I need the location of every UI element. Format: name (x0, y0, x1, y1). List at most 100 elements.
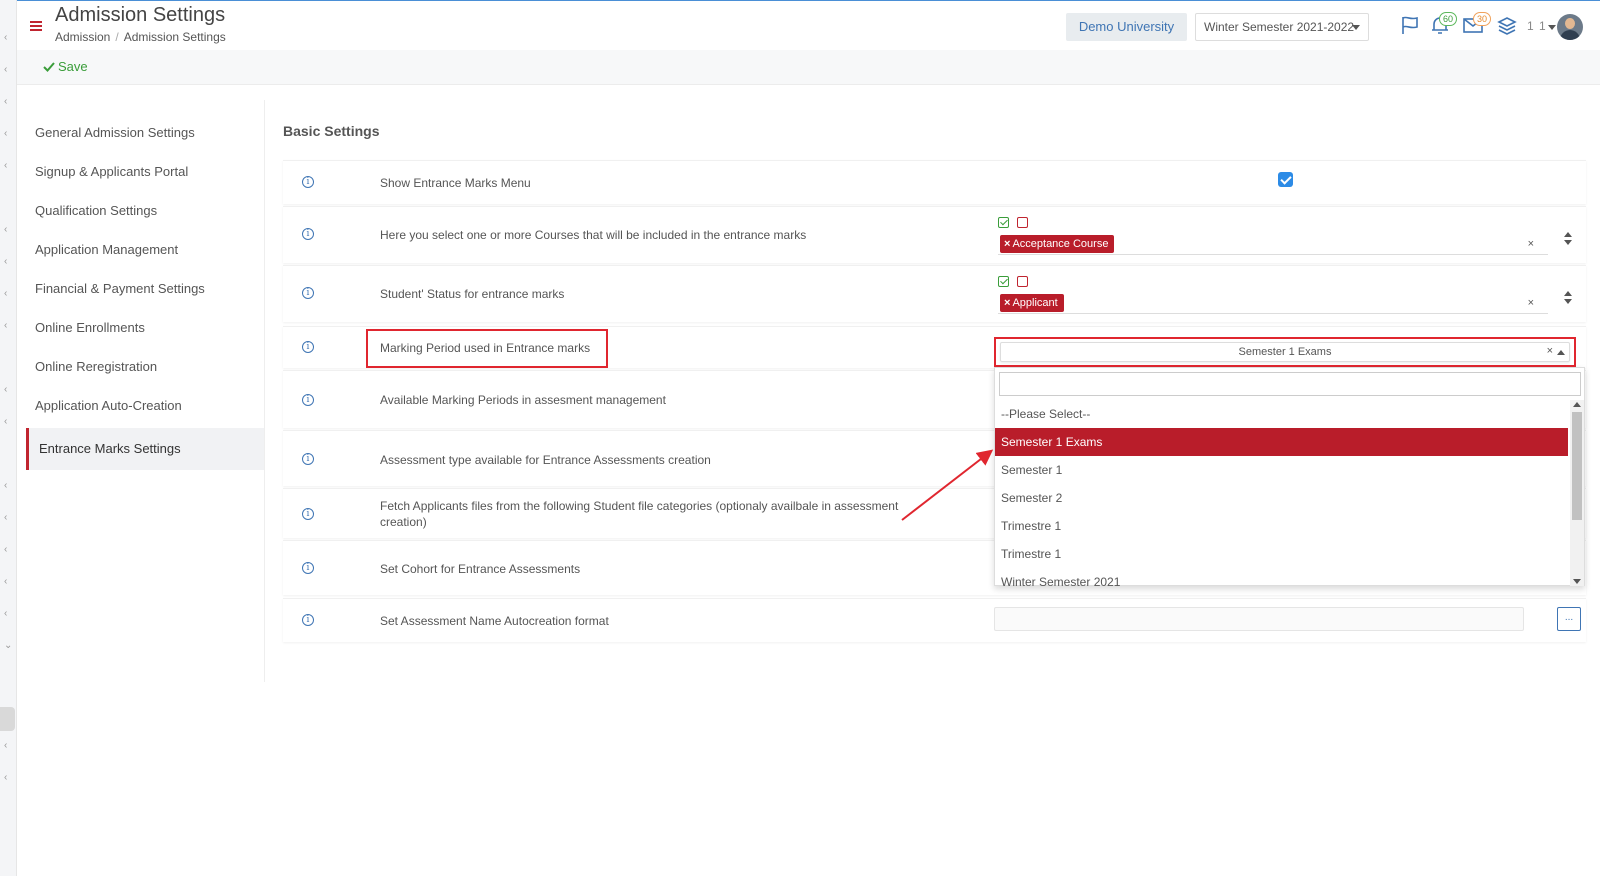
dropdown-options: --Please Select-- Semester 1 Exams Semes… (995, 400, 1568, 586)
layers-icon[interactable] (1496, 14, 1518, 36)
info-icon[interactable]: i (302, 453, 314, 465)
chevron-left-icon[interactable]: ‹ (4, 545, 7, 555)
dropdown-option-selected[interactable]: Semester 1 Exams (995, 428, 1568, 456)
selected-tag[interactable]: × Acceptance Course (1000, 235, 1115, 253)
courses-multiselect[interactable]: × Acceptance Course × (998, 233, 1548, 255)
university-button[interactable]: Demo University (1066, 13, 1187, 41)
setting-label: Assessment type available for Entrance A… (380, 453, 711, 467)
menu-item-financial-payment[interactable]: Financial & Payment Settings (26, 269, 265, 308)
chevron-left-icon[interactable]: ‹ (4, 417, 7, 427)
select-none-icon[interactable] (1017, 217, 1028, 228)
dropdown-option[interactable]: Trimestre 1 (995, 540, 1568, 568)
setting-label: Available Marking Periods in assesment m… (380, 393, 666, 407)
menu-item-online-reregistration[interactable]: Online Reregistration (26, 347, 265, 386)
avatar[interactable] (1557, 14, 1583, 40)
menu-item-signup-portal[interactable]: Signup & Applicants Portal (26, 152, 265, 191)
chevron-left-icon[interactable]: ‹ (4, 129, 7, 139)
reorder-arrows[interactable] (1564, 232, 1574, 245)
reorder-arrows[interactable] (1564, 291, 1574, 304)
select-all-icon[interactable] (998, 276, 1009, 287)
chevron-left-icon[interactable]: ‹ (4, 513, 7, 523)
menu-item-general-admission[interactable]: General Admission Settings (26, 113, 265, 152)
caret-down-icon (1352, 25, 1360, 30)
dropdown-option[interactable]: Semester 1 (995, 456, 1568, 484)
chevron-left-icon[interactable]: ‹ (4, 773, 7, 783)
chevron-left-icon[interactable]: ‹ (4, 609, 7, 619)
chevron-left-icon[interactable]: ‹ (4, 65, 7, 75)
collapsed-nav-rail[interactable]: ‹ ‹ ‹ ‹ ‹ ‹ ‹ ‹ ‹ ‹ ‹ ‹ ‹ ‹ ‹ ‹ ⌄ ‹ ‹ (0, 0, 17, 876)
status-multiselect[interactable]: × Applicant × (998, 292, 1548, 314)
clear-icon[interactable]: × (1528, 297, 1534, 309)
breadcrumb-item[interactable]: Admission (55, 30, 110, 44)
info-icon[interactable]: i (302, 176, 314, 188)
scroll-up-icon[interactable] (1573, 402, 1581, 407)
clear-icon[interactable]: × (1547, 345, 1553, 357)
annotation-highlight (366, 329, 608, 368)
chevron-left-icon[interactable]: ‹ (4, 321, 7, 331)
info-icon[interactable]: i (302, 614, 314, 626)
breadcrumb: Admission / Admission Settings (55, 30, 226, 44)
chevron-left-icon[interactable]: ‹ (4, 385, 7, 395)
marking-period-select[interactable]: Semester 1 Exams × (994, 337, 1576, 367)
remove-tag-icon[interactable]: × (1004, 238, 1010, 250)
chevron-left-icon[interactable]: ‹ (4, 225, 7, 235)
show-entrance-marks-checkbox[interactable] (1278, 172, 1293, 187)
flag-icon[interactable] (1399, 14, 1421, 36)
dropdown-option[interactable]: Winter Semester 2021 (995, 568, 1568, 586)
chevron-left-icon[interactable]: ‹ (4, 97, 7, 107)
info-icon[interactable]: i (302, 562, 314, 574)
marking-period-dropdown: --Please Select-- Semester 1 Exams Semes… (994, 367, 1585, 586)
dropdown-scrollbar[interactable] (1570, 400, 1584, 586)
dropdown-option[interactable]: --Please Select-- (995, 400, 1568, 428)
caret-up-icon[interactable] (1557, 350, 1565, 355)
setting-row: i Show Entrance Marks Menu (283, 160, 1586, 204)
page-title: Admission Settings (55, 4, 226, 26)
info-icon[interactable]: i (302, 508, 314, 520)
breadcrumb-item: Admission Settings (123, 30, 226, 44)
menu-item-entrance-marks[interactable]: Entrance Marks Settings (26, 428, 265, 470)
dropdown-option[interactable]: Trimestre 1 (995, 512, 1568, 540)
remove-tag-icon[interactable]: × (1004, 297, 1010, 309)
info-icon[interactable]: i (302, 287, 314, 299)
select-all-icon[interactable] (998, 217, 1009, 228)
info-icon[interactable]: i (302, 394, 314, 406)
menu-item-qualification[interactable]: Qualification Settings (26, 191, 265, 230)
hamburger-menu-icon[interactable] (30, 21, 42, 31)
info-icon[interactable]: i (302, 228, 314, 240)
menu-item-application-auto-creation[interactable]: Application Auto-Creation (26, 386, 265, 425)
section-title: Basic Settings (283, 123, 380, 139)
user-code[interactable]: 1 1 (1527, 19, 1547, 33)
save-button-label: Save (58, 59, 88, 74)
setting-label: Student' Status for entrance marks (380, 287, 565, 301)
caret-down-icon[interactable] (1548, 25, 1556, 30)
chevron-left-icon[interactable]: ‹ (4, 33, 7, 43)
chevron-left-icon[interactable]: ‹ (4, 257, 7, 267)
dropdown-option[interactable]: Semester 2 (995, 484, 1568, 512)
rail-active-marker (0, 707, 15, 731)
notifications-badge: 60 (1439, 12, 1458, 26)
save-button[interactable]: Save (43, 59, 88, 74)
autocreation-format-input[interactable] (994, 607, 1524, 631)
autocreation-format-button[interactable]: ... (1557, 607, 1581, 631)
setting-label: Fetch Applicants files from the followin… (380, 499, 899, 529)
chevron-left-icon[interactable]: ‹ (4, 741, 7, 751)
chevron-down-icon[interactable]: ⌄ (4, 641, 12, 651)
dropdown-search-input[interactable] (999, 372, 1581, 396)
info-icon[interactable]: i (302, 341, 314, 353)
chevron-left-icon[interactable]: ‹ (4, 577, 7, 587)
clear-icon[interactable]: × (1528, 238, 1534, 250)
selected-tag[interactable]: × Applicant (1000, 294, 1064, 312)
menu-item-online-enrollments[interactable]: Online Enrollments (26, 308, 265, 347)
chevron-left-icon[interactable]: ‹ (4, 481, 7, 491)
semester-select[interactable]: Winter Semester 2021-2022 (1195, 13, 1369, 41)
select-none-icon[interactable] (1017, 276, 1028, 287)
scroll-down-icon[interactable] (1573, 579, 1581, 584)
chevron-left-icon[interactable]: ‹ (4, 161, 7, 171)
scrollbar-thumb[interactable] (1572, 412, 1582, 520)
select-toggle-group (998, 217, 1028, 228)
settings-side-menu: General Admission Settings Signup & Appl… (26, 113, 265, 470)
chevron-left-icon[interactable]: ‹ (4, 289, 7, 299)
select-toggle-group (998, 276, 1028, 287)
menu-item-application-management[interactable]: Application Management (26, 230, 265, 269)
setting-row: i Here you select one or more Courses th… (283, 206, 1586, 263)
